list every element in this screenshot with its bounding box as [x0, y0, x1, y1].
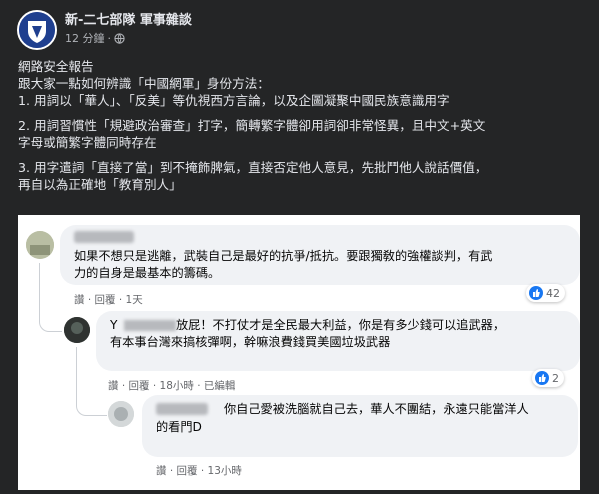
- post-meta: 12 分鐘 ·: [65, 30, 125, 46]
- comment-line: 的看門D: [156, 420, 202, 434]
- blurred-name: [74, 231, 134, 243]
- post-line: 網路安全報告: [18, 59, 94, 74]
- post-line: 2. 用詞習慣性「規避政治審查」打字，簡轉繁字體卻用詞卻非常怪異，且中文+英文: [18, 118, 486, 133]
- page-name[interactable]: 新-二七部隊 軍事雜談: [65, 9, 192, 28]
- shield-logo-icon: [19, 12, 55, 48]
- commenter-avatar: [64, 317, 90, 343]
- reaction-number: 42: [546, 286, 560, 300]
- comment-actions[interactable]: 讚 · 回覆 · 1天: [74, 292, 143, 307]
- comment-line: Y 放屁！不打仗才是全民最大利益，你是有多少錢可以追武器，: [110, 317, 505, 334]
- reaction-count[interactable]: 42: [526, 284, 565, 302]
- globe-icon[interactable]: [114, 32, 125, 44]
- post-line: 再自以為正確地「教育別人」: [18, 177, 182, 192]
- name-initial: Y: [110, 318, 118, 332]
- post-body: 網路安全報告 跟大家一點如何辨識「中國網軍」身份方法： 1. 用詞以「華人」、「…: [18, 58, 583, 193]
- reaction-number: 2: [552, 371, 559, 385]
- comment-line: 有本事台灣來搞核彈啊，幹嘛浪費錢買美國垃圾武器: [110, 335, 391, 349]
- comment-line: 你自己愛被洗腦就自己去，華人不團結，永遠只能當洋人: [224, 402, 529, 416]
- post-header: 新-二七部隊 軍事雜談 12 分鐘 ·: [0, 0, 599, 56]
- comment-actions[interactable]: 讚 · 回覆 · 18小時 · 已編輯: [108, 378, 235, 393]
- reaction-count[interactable]: 2: [532, 369, 564, 387]
- embedded-screenshot[interactable]: 如果不想只是逃離，武裝自己是最好的抗爭/抵抗。要跟獨敎的強權談判，有武 力的自身…: [18, 215, 580, 490]
- post-line: 3. 用字遣詞「直接了當」到不掩飾脾氣，直接否定他人意見，先批鬥他人說話價值，: [18, 160, 488, 175]
- like-icon: [535, 371, 549, 385]
- comment-bubble: 如果不想只是逃離，武裝自己是最好的抗爭/抵抗。要跟獨敎的強權談判，有武 力的自身…: [60, 225, 580, 285]
- commenter-avatar: [108, 401, 134, 427]
- post-line: 字母或簡繁字體同時存在: [18, 135, 157, 150]
- comment-bubble: 你自己愛被洗腦就自己去，華人不團結，永遠只能當洋人 的看門D: [142, 395, 578, 457]
- post-line: 跟大家一點如何辨識「中國網軍」身份方法：: [18, 76, 270, 91]
- meta-separator: ·: [107, 31, 112, 45]
- comment-text: 放屁！不打仗才是全民最大利益，你是有多少錢可以追武器，: [176, 318, 506, 332]
- thread-line: [39, 263, 62, 332]
- comment-actions[interactable]: 讚 · 回覆 · 13小時: [156, 463, 242, 478]
- like-icon: [529, 286, 543, 300]
- post-line: 1. 用詞以「華人」、「反美」等仇視西方言論，以及企圖凝聚中國民族意識用字: [18, 93, 450, 108]
- comment-line: 力的自身是最基本的籌碼。: [74, 266, 221, 280]
- blurred-name: [156, 403, 208, 415]
- comment-line: 如果不想只是逃離，武裝自己是最好的抗爭/抵抗。要跟獨敎的強權談判，有武: [74, 249, 493, 263]
- blurred-name: [124, 320, 176, 331]
- comment-bubble: Y 放屁！不打仗才是全民最大利益，你是有多少錢可以追武器， 有本事台灣來搞核彈啊，…: [96, 311, 580, 371]
- page-avatar[interactable]: [17, 10, 57, 50]
- commenter-avatar: [26, 231, 54, 259]
- post-time[interactable]: 12 分鐘: [65, 30, 105, 46]
